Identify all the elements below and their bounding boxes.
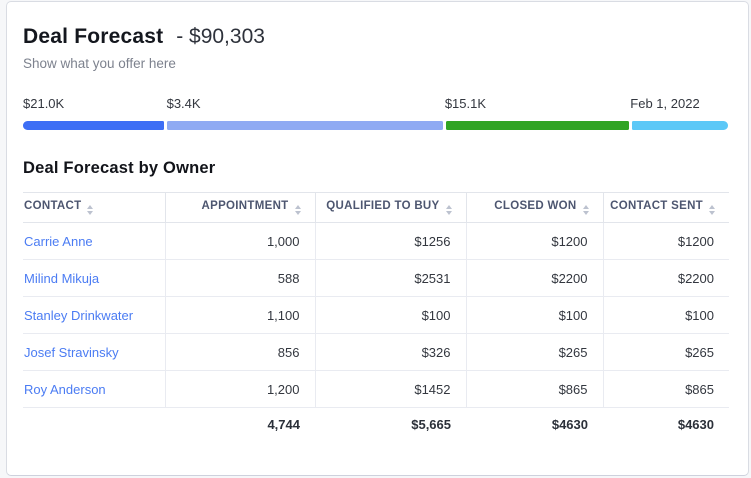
column-header-qualified-to-buy[interactable]: QUALIFIED TO BUY (315, 193, 466, 223)
appointment-cell: 588 (165, 260, 315, 297)
totals-qualified-to-buy: $5,665 (315, 408, 466, 441)
table-row: Roy Anderson 1,200 $1452 $865 $865 (23, 371, 729, 408)
qualified-to-buy-cell: $1452 (315, 371, 466, 408)
deal-stage-progress: $21.0K $3.4K $15.1K Feb 1, 2022 (23, 96, 729, 130)
sort-icon (87, 205, 93, 215)
deal-forecast-card: Deal Forecast - $90,303 Show what you of… (6, 1, 749, 476)
contact-link[interactable]: Carrie Anne (24, 234, 93, 249)
contact-sent-cell: $865 (603, 371, 729, 408)
totals-contact-sent: $4630 (603, 408, 729, 441)
column-header-label: APPOINTMENT (202, 200, 289, 212)
closed-won-cell: $100 (466, 297, 603, 334)
qualified-to-buy-cell: $2531 (315, 260, 466, 297)
totals-empty-cell (23, 408, 165, 441)
contact-sent-cell: $2200 (603, 260, 729, 297)
page-subtitle: Show what you offer here (23, 56, 729, 71)
qualified-to-buy-cell: $1256 (315, 223, 466, 260)
column-header-closed-won[interactable]: CLOSED WON (466, 193, 603, 223)
stage-segment[interactable] (23, 121, 164, 130)
appointment-cell: 1,000 (165, 223, 315, 260)
column-header-label: QUALIFIED TO BUY (326, 200, 439, 212)
page-title-text: Deal Forecast (23, 25, 163, 48)
stage-labels-row: $21.0K $3.4K $15.1K Feb 1, 2022 (23, 96, 729, 111)
qualified-to-buy-cell: $326 (315, 334, 466, 371)
deal-stage-progress-bar (23, 121, 729, 130)
stage-segment[interactable] (632, 121, 728, 130)
stage-label: $15.1K (445, 96, 630, 111)
stage-label: Feb 1, 2022 (630, 96, 729, 111)
totals-row: 4,744 $5,665 $4630 $4630 (23, 408, 729, 441)
contact-sent-cell: $100 (603, 297, 729, 334)
stage-segment[interactable] (167, 121, 443, 130)
deal-forecast-table: CONTACT APPOINTMENT QUALIFIED TO BUY CLO… (23, 192, 729, 441)
contact-link[interactable]: Stanley Drinkwater (24, 308, 133, 323)
totals-closed-won: $4630 (466, 408, 603, 441)
totals-appointment: 4,744 (165, 408, 315, 441)
appointment-cell: 1,200 (165, 371, 315, 408)
contact-sent-cell: $265 (603, 334, 729, 371)
appointment-cell: 1,100 (165, 297, 315, 334)
column-header-contact-sent[interactable]: CONTACT SENT (603, 193, 729, 223)
appointment-cell: 856 (165, 334, 315, 371)
column-header-contact[interactable]: CONTACT (23, 193, 165, 223)
contact-sent-cell: $1200 (603, 223, 729, 260)
qualified-to-buy-cell: $100 (315, 297, 466, 334)
section-title: Deal Forecast by Owner (23, 159, 729, 178)
contact-link[interactable]: Josef Stravinsky (24, 345, 119, 360)
table-header-row: CONTACT APPOINTMENT QUALIFIED TO BUY CLO… (23, 193, 729, 223)
stage-label: $21.0K (23, 96, 167, 111)
closed-won-cell: $1200 (466, 223, 603, 260)
contact-link[interactable]: Roy Anderson (24, 382, 106, 397)
column-header-label: CONTACT SENT (610, 200, 703, 212)
column-header-appointment[interactable]: APPOINTMENT (165, 193, 315, 223)
page-title: Deal Forecast - $90,303 (23, 23, 729, 51)
column-header-label: CONTACT (24, 200, 81, 212)
table-row: Josef Stravinsky 856 $326 $265 $265 (23, 334, 729, 371)
stage-label: $3.4K (167, 96, 445, 111)
sort-icon (583, 205, 589, 215)
table-row: Stanley Drinkwater 1,100 $100 $100 $100 (23, 297, 729, 334)
table-row: Milind Mikuja 588 $2531 $2200 $2200 (23, 260, 729, 297)
table-row: Carrie Anne 1,000 $1256 $1200 $1200 (23, 223, 729, 260)
column-header-label: CLOSED WON (494, 200, 576, 212)
closed-won-cell: $265 (466, 334, 603, 371)
sort-icon (295, 205, 301, 215)
contact-link[interactable]: Milind Mikuja (24, 271, 99, 286)
sort-icon (709, 205, 715, 215)
closed-won-cell: $865 (466, 371, 603, 408)
closed-won-cell: $2200 (466, 260, 603, 297)
sort-icon (446, 205, 452, 215)
page-title-amount: - $90,303 (176, 25, 265, 48)
stage-segment[interactable] (446, 121, 629, 130)
